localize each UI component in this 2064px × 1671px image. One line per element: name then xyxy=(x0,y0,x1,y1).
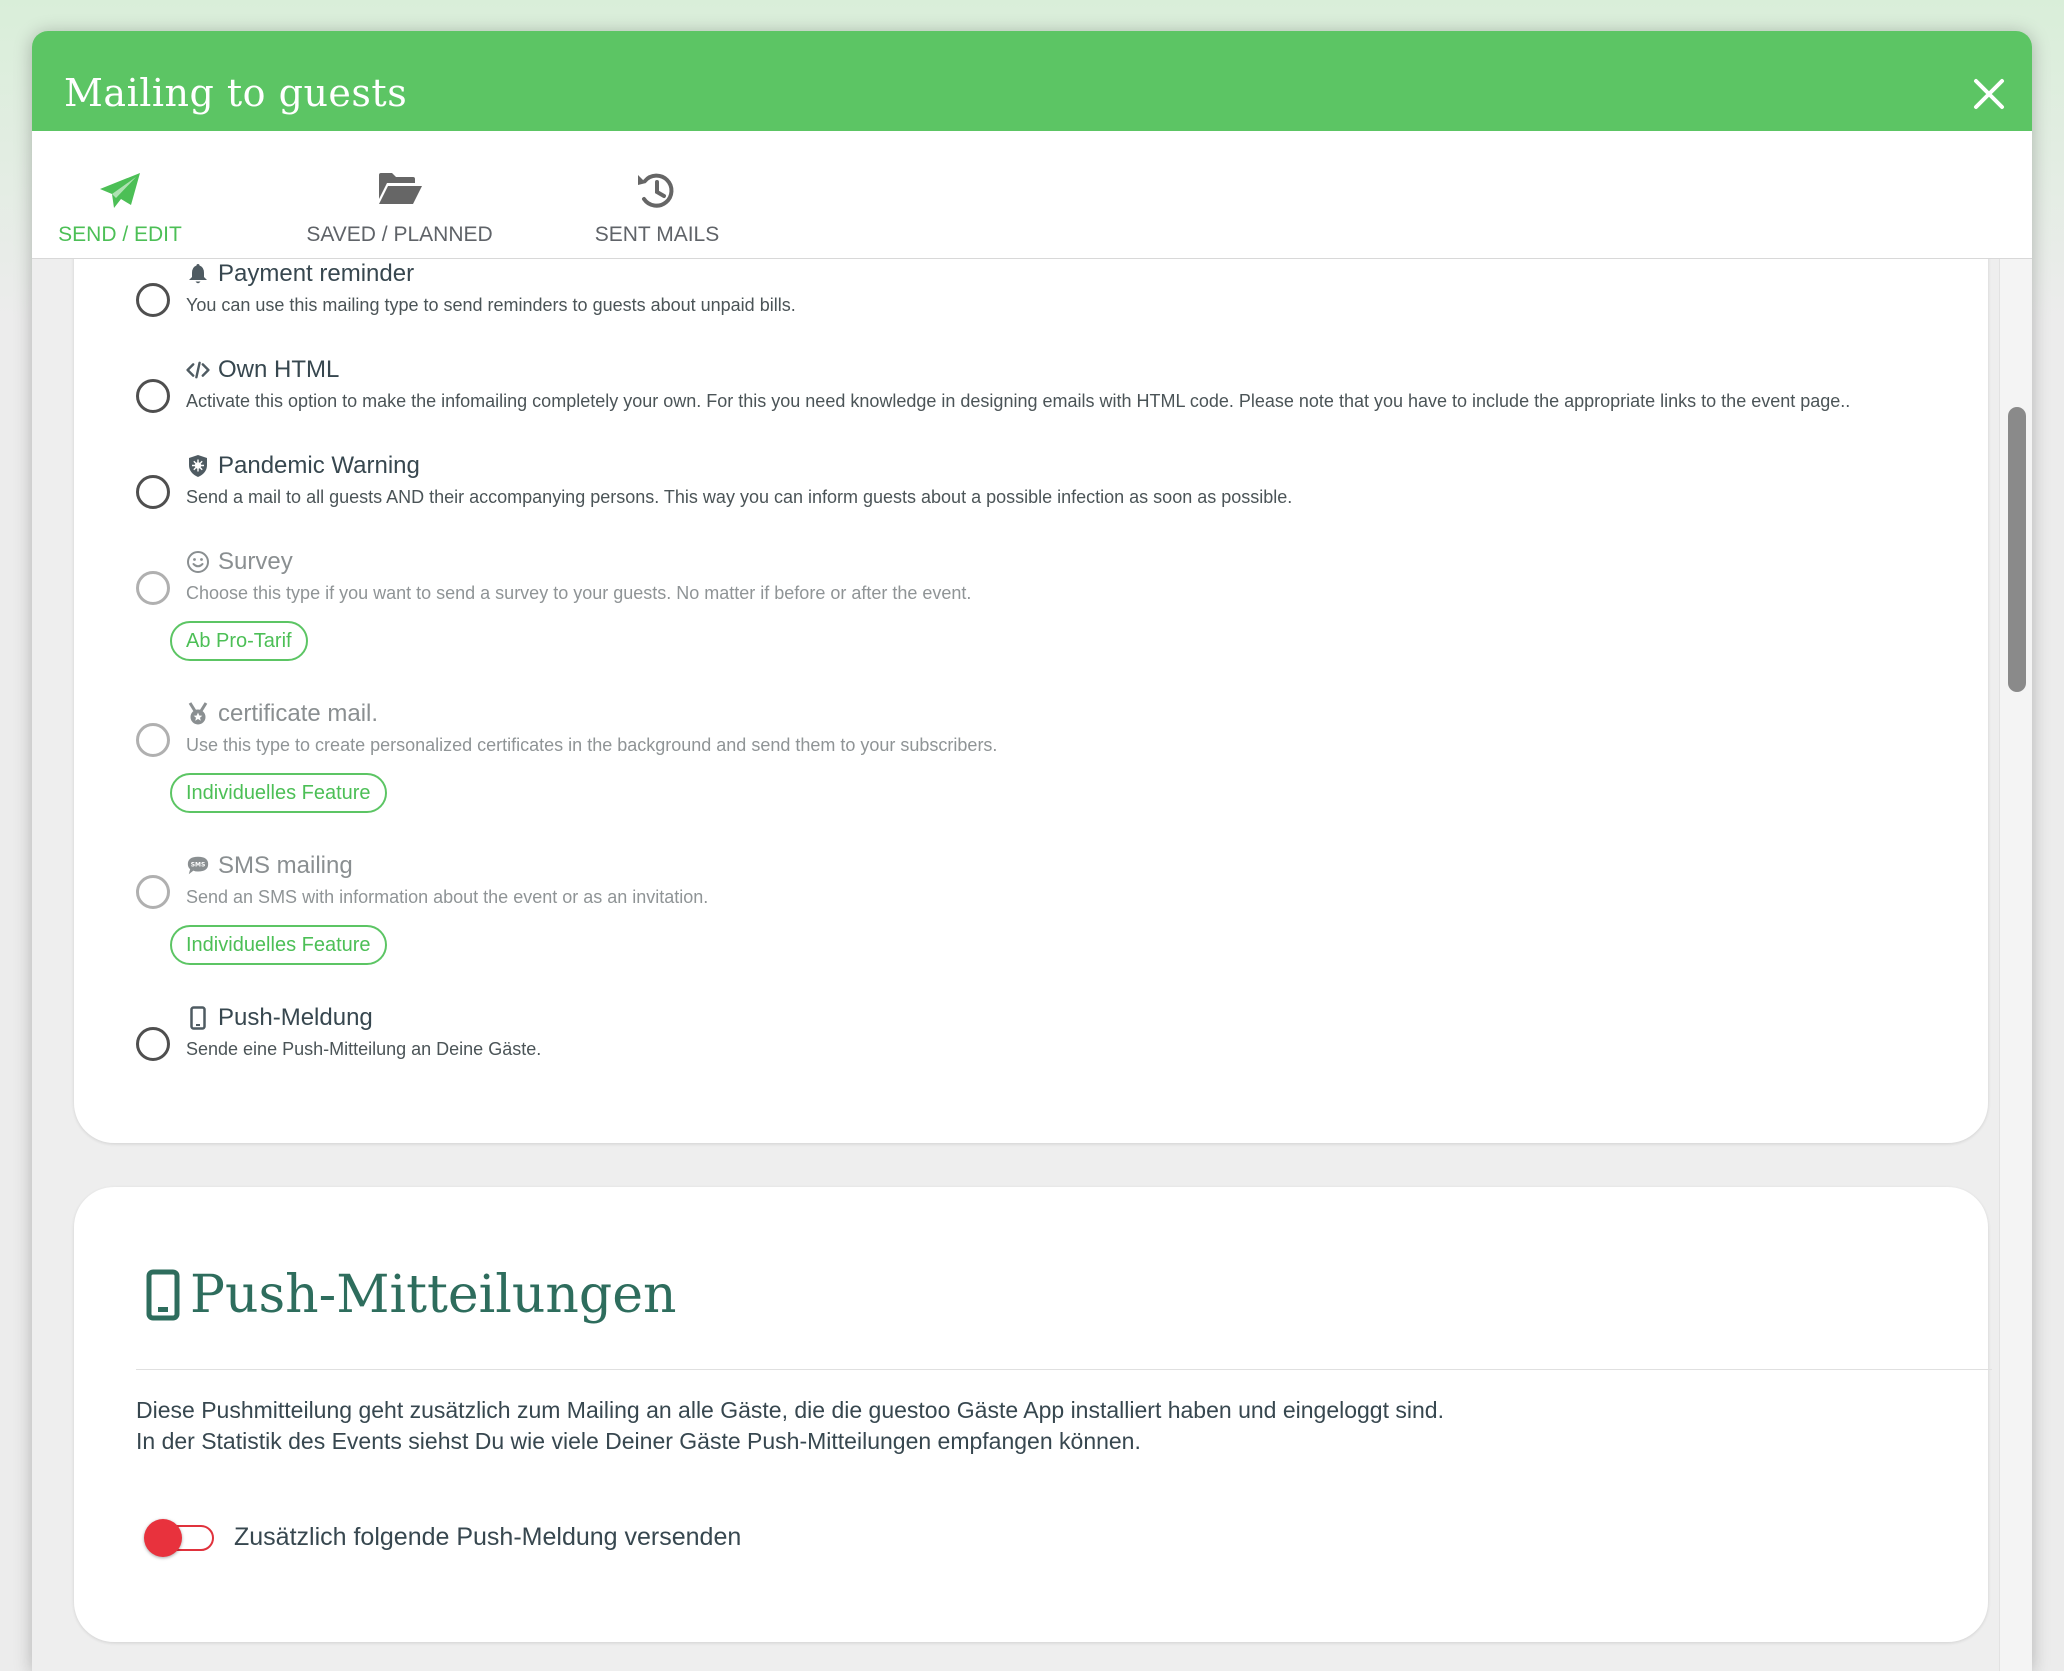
scrollbar[interactable] xyxy=(1999,259,2032,1671)
section-divider xyxy=(136,1369,1992,1370)
radio-survey[interactable] xyxy=(136,571,170,605)
option-title-text: certificate mail. xyxy=(218,700,379,727)
push-toggle-switch[interactable] xyxy=(144,1519,216,1557)
virus-shield-icon xyxy=(189,455,207,477)
option-description: Use this type to create personalized cer… xyxy=(186,735,998,755)
tab-label: SEND / EDIT xyxy=(58,223,182,246)
option-title: Payment reminder xyxy=(186,260,414,288)
option-title-text: Own HTML xyxy=(218,356,340,383)
tab-label: SENT MAILS xyxy=(594,223,720,246)
tab-label: SAVED / PLANNED xyxy=(306,223,493,246)
push-description: Diese Pushmitteilung geht zusätzlich zum… xyxy=(136,1395,1444,1457)
radio-pandemic-warning[interactable] xyxy=(136,475,170,509)
tab-sent-mails[interactable]: SENT MAILS xyxy=(562,131,752,258)
modal-title: Mailing to guests xyxy=(64,71,408,115)
individual-feature-badge[interactable]: Individuelles Feature xyxy=(170,773,387,813)
close-icon xyxy=(1974,79,2004,109)
option-title-text: SMS mailing xyxy=(218,852,353,879)
push-description-line: In der Statistik des Events siehst Du wi… xyxy=(136,1428,1141,1454)
option-title: certificate mail. xyxy=(186,700,378,728)
push-description-line: Diese Pushmitteilung geht zusätzlich zum… xyxy=(136,1397,1444,1423)
bell-icon xyxy=(189,264,207,284)
option-title-text: Payment reminder xyxy=(218,260,415,287)
radio-payment-reminder[interactable] xyxy=(136,283,170,317)
push-section-title: Push-Mitteilungen xyxy=(146,1265,676,1325)
pro-tariff-badge[interactable]: Ab Pro-Tarif xyxy=(170,621,308,661)
option-title-text: Pandemic Warning xyxy=(218,452,420,479)
svg-text:SMS: SMS xyxy=(191,861,206,868)
smiley-icon xyxy=(187,551,209,573)
radio-push-meldung[interactable] xyxy=(136,1027,170,1061)
option-title: Pandemic Warning xyxy=(186,452,420,480)
push-notification-card: Push-Mitteilungen Diese Pushmitteilung g… xyxy=(74,1187,1992,1642)
tab-saved-planned[interactable]: SAVED / PLANNED xyxy=(287,131,512,258)
folder-open-icon xyxy=(377,171,423,210)
mailing-type-card: Payment reminder You can use this mailin… xyxy=(74,259,1988,1143)
tab-send-edit[interactable]: SEND / EDIT xyxy=(58,131,182,258)
scrollbar-thumb[interactable] xyxy=(2008,407,2026,692)
code-icon xyxy=(186,361,210,379)
tab-bar: SEND / EDIT SAVED / PLANNED SENT MAILS xyxy=(32,131,2032,259)
option-description: Sende eine Push-Mitteilung an Deine Gäst… xyxy=(186,1039,542,1059)
modal-content: Payment reminder You can use this mailin… xyxy=(32,259,2032,1671)
individual-feature-badge[interactable]: Individuelles Feature xyxy=(170,925,387,965)
sms-icon: SMS xyxy=(187,856,209,875)
mailing-modal: Mailing to guests SEND / EDIT SAVED / PL… xyxy=(32,31,2032,1671)
modal-header: Mailing to guests xyxy=(32,31,2032,131)
paper-plane-icon xyxy=(98,171,142,216)
option-description: Send a mail to all guests AND their acco… xyxy=(186,487,1293,507)
radio-sms-mailing[interactable] xyxy=(136,875,170,909)
toggle-knob xyxy=(144,1519,182,1557)
mobile-phone-icon xyxy=(190,1006,206,1030)
push-section-title-text: Push-Mitteilungen xyxy=(190,1265,677,1325)
mobile-phone-icon xyxy=(146,1269,180,1321)
option-title: Survey xyxy=(186,548,293,576)
close-button[interactable] xyxy=(1968,73,2010,115)
option-title-text: Push-Meldung xyxy=(218,1004,373,1031)
option-title: Own HTML xyxy=(186,356,339,384)
option-description: Send an SMS with information about the e… xyxy=(186,887,709,907)
medal-icon xyxy=(188,702,208,725)
history-icon xyxy=(636,171,678,216)
radio-own-html[interactable] xyxy=(136,379,170,413)
option-title: SMS SMS mailing xyxy=(186,852,353,880)
option-description: Choose this type if you want to send a s… xyxy=(186,583,972,603)
option-title-text: Survey xyxy=(218,548,293,575)
push-toggle-label: Zusätzlich folgende Push-Meldung versend… xyxy=(234,1523,742,1551)
option-description: Activate this option to make the infomai… xyxy=(186,391,1851,411)
option-description: You can use this mailing type to send re… xyxy=(186,295,796,315)
option-title: Push-Meldung xyxy=(186,1004,373,1032)
radio-certificate-mail[interactable] xyxy=(136,723,170,757)
